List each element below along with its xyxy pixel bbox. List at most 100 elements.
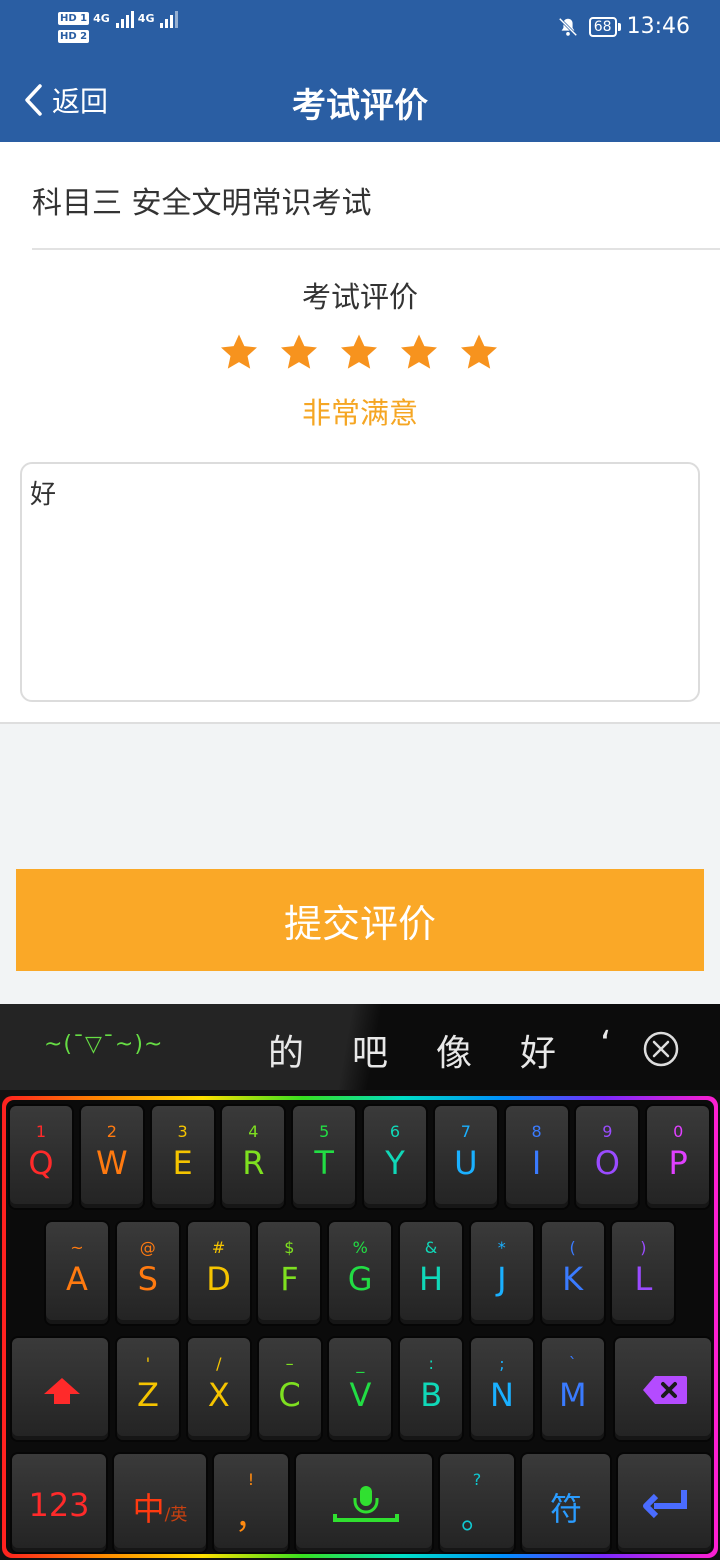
key-w[interactable]: 2W	[78, 1104, 145, 1210]
comma-key[interactable]: !，	[212, 1452, 290, 1554]
key-i[interactable]: 8I	[503, 1104, 570, 1210]
shift-arrow-icon	[44, 1378, 80, 1404]
enter-key[interactable]	[616, 1452, 713, 1554]
signal-indicators: HD 1 4G 4G HD 2	[58, 8, 179, 43]
key-secondary-label: ~	[70, 1238, 84, 1257]
star-icon[interactable]	[458, 332, 500, 372]
key-y[interactable]: 6Y	[362, 1104, 428, 1210]
microphone-icon	[333, 1486, 399, 1522]
key-secondary-label: )	[640, 1238, 647, 1257]
key-b[interactable]: :B	[398, 1336, 465, 1442]
key-label: U	[454, 1144, 478, 1182]
candidate-word[interactable]: 吧	[352, 1024, 388, 1076]
keys-panel: 1 Q 2 W 3 E 4 R 5 T 6 Y 7 U 8 I 9 O 0 P ~ A @ S # D $ F% G & H * J(K) L ' Z…	[6, 1100, 714, 1554]
key-label: 中/英	[114, 1484, 206, 1530]
signal1-icon	[115, 8, 134, 28]
soft-keyboard: ~(ˉ▽ˉ~)~ 的 吧 像 好 ‘ 1 Q 2 W 3 E 4 R 5 T 6 Y 7 U 8 I 9 O 0 P ~…	[0, 1004, 720, 1560]
star-icon[interactable]	[278, 332, 320, 372]
key-s[interactable]: @ S	[114, 1220, 181, 1326]
emoticon-button[interactable]: ~(ˉ▽ˉ~)~	[44, 1032, 163, 1057]
key-label: V	[349, 1376, 372, 1414]
key-o[interactable]: 9O	[574, 1104, 641, 1210]
key-v[interactable]: _ V	[327, 1336, 394, 1442]
star-icon[interactable]	[338, 332, 380, 372]
key-g[interactable]: % G	[327, 1220, 394, 1326]
divider	[0, 722, 720, 724]
lang-sub-label: /英	[164, 1505, 188, 1525]
key-j[interactable]: * J	[468, 1220, 535, 1326]
key-secondary-label: @	[139, 1238, 156, 1257]
period-key[interactable]: ?。	[438, 1452, 516, 1554]
candidate-word[interactable]: 像	[436, 1024, 472, 1076]
enter-arrow-icon	[643, 1490, 687, 1519]
star-icon[interactable]	[398, 332, 440, 372]
comment-textarea[interactable]: 好	[20, 462, 700, 702]
key-secondary-label: &	[424, 1238, 438, 1257]
key-f[interactable]: $ F	[256, 1220, 323, 1326]
candidate-word[interactable]: 的	[268, 1024, 304, 1076]
key-h[interactable]: & H	[398, 1220, 464, 1326]
battery-icon: 68	[588, 16, 621, 37]
candidate-word[interactable]: 好	[520, 1024, 556, 1076]
key-label: R	[242, 1144, 265, 1182]
key-secondary-label: 6	[389, 1122, 401, 1141]
key-d[interactable]: # D	[185, 1220, 252, 1326]
candidate-word[interactable]: ‘	[600, 1024, 611, 1065]
key-label: F	[280, 1260, 299, 1298]
backspace-key[interactable]	[613, 1336, 713, 1442]
key-secondary-label: *	[497, 1238, 506, 1257]
key-label: T	[314, 1144, 334, 1182]
key-label: Q	[28, 1144, 54, 1182]
key-secondary-label: %	[352, 1238, 368, 1257]
network1-label: 4G	[93, 11, 110, 25]
key-a[interactable]: ~ A	[44, 1220, 110, 1326]
language-switch-key[interactable]: 中/英	[112, 1452, 208, 1554]
key-secondary-label: 1	[35, 1122, 47, 1141]
key-secondary-label: –	[285, 1354, 294, 1373]
exam-name: 科目三 安全文明常识考试	[32, 186, 372, 221]
star-rating[interactable]	[218, 332, 500, 372]
key-label: C	[278, 1376, 301, 1414]
key-c[interactable]: – C	[256, 1336, 323, 1442]
key-secondary-label: 5	[319, 1122, 330, 1141]
key-label: B	[420, 1376, 443, 1414]
key-label: E	[172, 1144, 193, 1182]
key-secondary-label: 7	[460, 1122, 471, 1141]
key-secondary-label: 4	[248, 1122, 259, 1141]
sim2-badge: HD 2	[58, 30, 90, 43]
key-label: 123	[28, 1486, 90, 1524]
key-label: G	[347, 1260, 373, 1298]
key-q[interactable]: 1Q	[8, 1104, 74, 1210]
key-t[interactable]: 5T	[291, 1104, 358, 1210]
symbols-key[interactable]: 符	[520, 1452, 612, 1554]
key-label: W	[95, 1144, 128, 1182]
key-e[interactable]: 3E	[149, 1104, 216, 1210]
star-icon[interactable]	[218, 332, 260, 372]
shift-key[interactable]	[10, 1336, 110, 1442]
key-p[interactable]: 0P	[645, 1104, 712, 1210]
key-secondary-label: 8	[531, 1122, 542, 1141]
clear-circle-icon[interactable]	[642, 1030, 680, 1068]
key-r[interactable]: 4R	[220, 1104, 287, 1210]
key-secondary-label: 3	[177, 1122, 188, 1141]
key-x[interactable]: / X	[185, 1336, 252, 1442]
key-l[interactable]: ) L	[610, 1220, 677, 1326]
network2-label: 4G	[137, 11, 155, 25]
submit-evaluation-button[interactable]: 提交评价	[16, 869, 704, 971]
key-secondary-label: ;	[499, 1354, 505, 1373]
numbers-key[interactable]: 123	[10, 1452, 108, 1554]
key-secondary-label: #	[211, 1238, 226, 1257]
key-m[interactable]: ` M	[539, 1336, 606, 1442]
lang-main-label: 中	[132, 1490, 165, 1528]
voice-space-key[interactable]	[294, 1452, 434, 1554]
key-label: O	[594, 1144, 620, 1182]
key-label: S	[137, 1260, 158, 1298]
key-n[interactable]: ; N	[469, 1336, 535, 1442]
key-u[interactable]: 7U	[432, 1104, 499, 1210]
evaluation-card: 科目三 安全文明常识考试 考试评价 非常满意 好	[0, 142, 720, 724]
key-z[interactable]: ' Z	[115, 1336, 181, 1442]
key-k[interactable]: (K	[539, 1220, 606, 1326]
key-label: Y	[385, 1144, 405, 1182]
key-label: M	[558, 1376, 587, 1414]
candidate-bar: ~(ˉ▽ˉ~)~ 的 吧 像 好 ‘	[0, 1004, 720, 1090]
